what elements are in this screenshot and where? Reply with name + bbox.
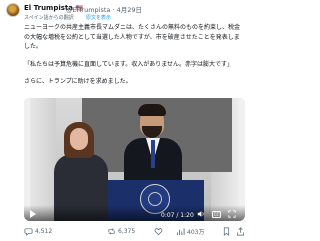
video-person-woman-face bbox=[70, 128, 88, 150]
views-count: 403万 bbox=[187, 229, 205, 236]
author-handle-date[interactable]: @ElTrumpista · 4月29日 bbox=[66, 4, 142, 14]
video-player[interactable]: 0:07 / 1:20 CC bbox=[24, 98, 245, 221]
video-time: 0:07 / 1:20 bbox=[161, 212, 194, 219]
translation-notice: スペイン語からの翻訳 bbox=[24, 15, 74, 21]
video-person-man-hair bbox=[138, 104, 166, 116]
tweet-paragraph: さらに、トランプに助けを求めました。 bbox=[24, 78, 132, 85]
tweet-paragraph: ニューヨークの共産主義市長マムダニは、たくさんの無料のものを約束し、税金の大幅な… bbox=[24, 24, 241, 50]
tweet-paragraph: 「私たちは予算危機に直面しています。収入がありません。赤字は膨大です」 bbox=[24, 60, 234, 68]
retweet-count: 6,375 bbox=[118, 228, 136, 235]
video-controls: 0:07 / 1:20 CC bbox=[24, 205, 245, 221]
bookmark-button[interactable] bbox=[222, 227, 231, 236]
heart-icon bbox=[154, 228, 163, 236]
retweet-button[interactable]: 6,375 bbox=[107, 227, 135, 236]
share-button[interactable] bbox=[236, 227, 245, 236]
views-icon bbox=[176, 228, 185, 236]
views-button[interactable]: 403万 bbox=[176, 227, 204, 236]
tweet-actions: 4,512 6,375 403万 bbox=[24, 227, 245, 239]
video-door bbox=[30, 98, 56, 221]
share-icon bbox=[236, 227, 245, 236]
show-original-link[interactable]: 原文を表示 bbox=[86, 14, 111, 21]
bookmark-icon bbox=[223, 227, 230, 236]
like-button[interactable] bbox=[154, 227, 165, 236]
reply-button[interactable]: 4,512 bbox=[24, 227, 52, 236]
reply-icon bbox=[24, 228, 33, 236]
reply-count: 4,512 bbox=[35, 228, 53, 235]
video-person-man-tie bbox=[151, 140, 155, 168]
play-icon[interactable] bbox=[30, 210, 36, 218]
captions-icon[interactable]: CC bbox=[212, 211, 221, 218]
volume-icon[interactable] bbox=[197, 210, 205, 218]
tweet-body: ニューヨークの共産主義市長マムダニは、たくさんの無料のものを約束し、税金の大幅な… bbox=[24, 23, 244, 95]
fullscreen-icon[interactable] bbox=[228, 210, 236, 218]
retweet-icon bbox=[108, 228, 115, 235]
avatar[interactable] bbox=[6, 3, 20, 17]
